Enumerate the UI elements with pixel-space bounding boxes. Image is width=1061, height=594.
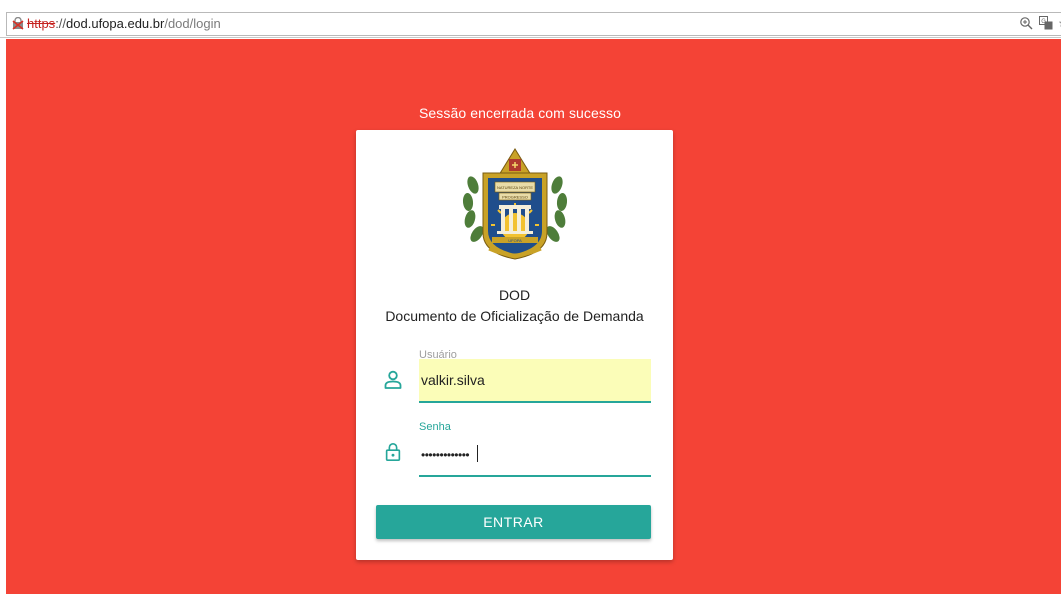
ufopa-seal-logo: NATUREZA NORTE PROGRESSO UFOPA <box>462 148 568 260</box>
seal-name: UFOPA <box>508 238 522 243</box>
url-text[interactable]: https://dod.ufopa.edu.br/dod/login <box>27 16 221 32</box>
address-bar[interactable]: https://dod.ufopa.edu.br/dod/login G <box>6 12 1061 36</box>
login-card: NATUREZA NORTE PROGRESSO UFOPA DOD Docum… <box>356 130 673 560</box>
url-separator: :// <box>55 16 67 31</box>
user-icon <box>384 370 402 389</box>
login-button[interactable]: ENTRAR <box>376 505 651 539</box>
login-page: Sessão encerrada com sucesso NATUREZA NO… <box>6 39 1061 594</box>
username-underline <box>419 401 651 403</box>
username-input[interactable] <box>419 359 651 401</box>
app-acronym: DOD <box>498 287 531 303</box>
lock-icon <box>385 443 401 461</box>
seal-motto: NATUREZA NORTE <box>497 185 533 190</box>
text-caret <box>477 445 478 462</box>
seal-motto-2: PROGRESSO <box>502 195 528 200</box>
zoom-icon[interactable] <box>1019 16 1033 30</box>
password-masked-value: ••••••••••••• <box>421 448 470 462</box>
url-path: /dod/login <box>164 16 221 31</box>
password-label: Senha <box>419 421 451 433</box>
app-title: Documento de Oficialização de Demanda <box>385 308 644 324</box>
browser-toolbar: https://dod.ufopa.edu.br/dod/login G <box>0 0 1061 38</box>
address-bar-actions: G <box>1019 16 1061 30</box>
password-underline <box>419 475 651 477</box>
logout-success-message: Sessão encerrada com sucesso <box>418 105 621 121</box>
translate-icon[interactable]: G <box>1039 16 1053 30</box>
url-host: dod.ufopa.edu.br <box>66 16 165 31</box>
svg-text:G: G <box>1041 19 1046 25</box>
insecure-lock-icon[interactable] <box>12 17 24 30</box>
url-scheme: https <box>27 16 56 31</box>
